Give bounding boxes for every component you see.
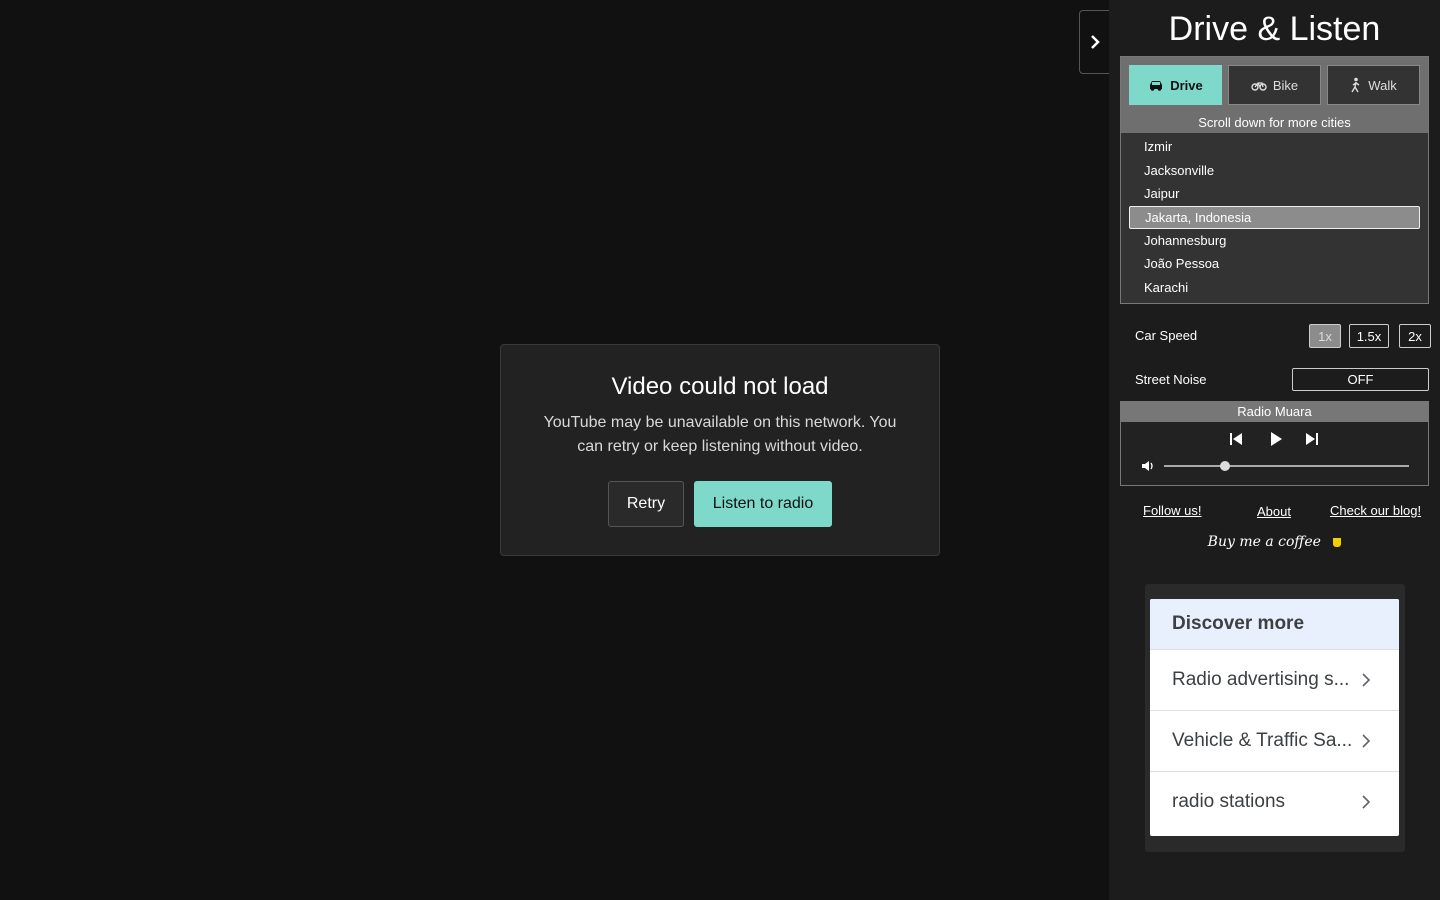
car-speed-label: Car Speed: [1135, 328, 1198, 343]
ad-item[interactable]: radio stations: [1150, 771, 1399, 832]
chevron-right-icon: [1362, 673, 1371, 687]
city-item[interactable]: Karachi: [1129, 276, 1420, 300]
walk-icon: [1351, 77, 1360, 93]
follow-us-link[interactable]: Follow us!: [1143, 503, 1202, 518]
ad-item[interactable]: Vehicle & Traffic Sa...: [1150, 710, 1399, 771]
volume-slider-thumb[interactable]: [1220, 461, 1231, 471]
mode-drive-button[interactable]: Drive: [1129, 65, 1222, 105]
coffee-cup-icon: [1333, 538, 1342, 547]
speed-1x-button[interactable]: 1x: [1309, 324, 1341, 348]
city-item[interactable]: Jacksonville: [1129, 159, 1420, 183]
next-track-icon[interactable]: [1304, 431, 1320, 447]
city-panel: Drive Bike Walk Scroll down for more cit…: [1120, 56, 1429, 304]
street-noise-label: Street Noise: [1135, 372, 1207, 387]
blog-link[interactable]: Check our blog!: [1330, 503, 1421, 518]
previous-track-icon[interactable]: [1228, 431, 1244, 447]
error-dialog: Video could not load YouTube may be unav…: [500, 344, 940, 556]
chevron-right-icon: [1362, 795, 1371, 809]
city-item-selected[interactable]: Jakarta, Indonesia: [1129, 205, 1420, 229]
city-item[interactable]: Izmir: [1129, 135, 1420, 159]
volume-slider-track[interactable]: [1164, 465, 1409, 467]
sidebar-toggle-button[interactable]: [1079, 10, 1109, 74]
city-item[interactable]: Johannesburg: [1129, 229, 1420, 253]
mode-label: Walk: [1368, 77, 1397, 93]
dialog-message: YouTube may be unavailable on this netwo…: [543, 414, 897, 455]
city-item[interactable]: João Pessoa: [1129, 252, 1420, 276]
bike-icon: [1251, 82, 1267, 91]
about-link[interactable]: About: [1257, 504, 1291, 519]
ad-item[interactable]: Radio advertising s...: [1150, 649, 1399, 710]
play-icon[interactable]: [1268, 431, 1284, 447]
discover-more-ad: Discover more Radio advertising s... Veh…: [1150, 599, 1399, 836]
mode-walk-button[interactable]: Walk: [1327, 65, 1420, 105]
ad-container: Discover more Radio advertising s... Veh…: [1145, 584, 1405, 852]
volume-icon[interactable]: [1141, 459, 1155, 473]
chevron-right-icon: [1362, 734, 1371, 748]
ad-item-label: Radio advertising s...: [1172, 669, 1350, 690]
city-list: Izmir Jacksonville Jaipur Jakarta, Indon…: [1121, 133, 1428, 300]
coffee-label: Buy me a coffee: [1207, 534, 1321, 550]
sidebar: Drive & Listen Drive Bike Walk Scroll do…: [1109, 0, 1440, 900]
scroll-hint: Scroll down for more cities: [1198, 115, 1351, 130]
ad-item-label: Vehicle & Traffic Sa...: [1172, 730, 1353, 751]
car-icon: [1150, 81, 1163, 91]
listen-to-radio-button[interactable]: Listen to radio: [694, 481, 832, 527]
station-name: Radio Muara: [1121, 402, 1428, 422]
mode-label: Drive: [1170, 77, 1203, 93]
speed-2x-button[interactable]: 2x: [1399, 324, 1431, 348]
city-item[interactable]: Jaipur: [1129, 182, 1420, 206]
ad-item-label: radio stations: [1172, 791, 1286, 812]
chevron-right-icon: [1090, 35, 1100, 49]
dialog-title: Video could not load: [611, 373, 829, 400]
speed-1-5x-button[interactable]: 1.5x: [1349, 324, 1389, 348]
ad-heading: Discover more: [1150, 599, 1399, 649]
app-title: Drive & Listen: [1168, 10, 1381, 48]
mode-label: Bike: [1272, 77, 1299, 93]
mode-bike-button[interactable]: Bike: [1228, 65, 1321, 105]
video-area: Video could not load YouTube may be unav…: [0, 0, 1109, 900]
buy-me-coffee-link[interactable]: Buy me a coffee: [1109, 534, 1440, 550]
retry-button[interactable]: Retry: [608, 481, 684, 527]
radio-player: Radio Muara: [1120, 401, 1429, 486]
street-noise-toggle[interactable]: OFF: [1292, 368, 1429, 391]
